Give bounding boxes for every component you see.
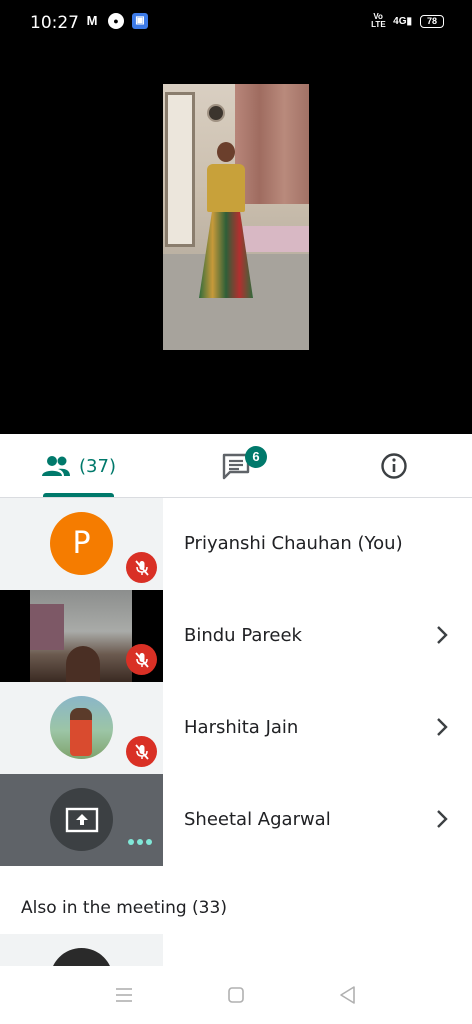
status-bar: 10:27 M ● ▣ Vo LTE 4G▮ 78 (0, 0, 472, 44)
system-nav-bar (0, 966, 472, 1024)
speaking-indicator (128, 839, 152, 845)
video-bg-clock (207, 104, 225, 122)
participant-tile[interactable] (0, 934, 163, 966)
presenter-video (163, 84, 309, 350)
status-time: 10:27 (30, 13, 79, 33)
video-bg-window (165, 92, 195, 247)
also-in-meeting-heading: Also in the meeting (33) (21, 898, 227, 918)
home-icon[interactable] (225, 984, 247, 1006)
tab-chat[interactable]: 6 (157, 434, 315, 498)
participant-name: Bindu Pareek (184, 625, 302, 646)
chevron-right-icon[interactable] (430, 715, 454, 739)
status-app-icons: M ● ▣ (84, 13, 148, 29)
tab-people[interactable]: (37) (0, 434, 157, 498)
info-icon (380, 453, 407, 479)
participant-row[interactable]: P Priyanshi Chauhan (You) (0, 498, 472, 590)
main-video-area[interactable] (0, 44, 472, 434)
android-icon: ▣ (132, 13, 148, 29)
participant-row[interactable]: Harshita Jain (0, 682, 472, 774)
meeting-tabs: (37) 6 (0, 434, 472, 498)
participant-tile (0, 774, 163, 866)
participant-row[interactable]: Sheetal Agarwal (0, 774, 472, 866)
volte-indicator: Vo LTE (371, 12, 386, 29)
network-indicator: 4G▮ (393, 15, 412, 27)
mic-off-icon (126, 552, 157, 583)
avatar (50, 696, 113, 759)
chat-unread-badge: 6 (245, 446, 267, 468)
status-indicators: Vo LTE 4G▮ 78 (371, 13, 444, 29)
mic-off-icon (126, 644, 157, 675)
participant-name: Priyanshi Chauhan (You) (184, 533, 403, 554)
participant-tile (0, 590, 163, 682)
present-screen-icon (50, 788, 113, 851)
participant-name: Harshita Jain (184, 717, 299, 738)
battery-icon: 78 (420, 14, 444, 28)
active-tab-indicator (43, 493, 114, 497)
back-icon[interactable] (337, 984, 359, 1006)
chevron-right-icon[interactable] (430, 807, 454, 831)
avatar: P (50, 512, 113, 575)
chat-icon: ● (108, 13, 124, 29)
gmail-icon: M (86, 13, 98, 28)
video-dancer (199, 142, 253, 312)
people-icon (42, 456, 71, 476)
tab-info[interactable] (315, 434, 472, 498)
participant-name: Sheetal Agarwal (184, 809, 331, 830)
participant-video (30, 590, 132, 682)
participant-tile: P (0, 498, 163, 590)
chevron-right-icon[interactable] (430, 623, 454, 647)
participant-row[interactable]: Bindu Pareek (0, 590, 472, 682)
menu-icon[interactable] (113, 984, 135, 1006)
mic-off-icon (126, 736, 157, 767)
participant-tile (0, 682, 163, 774)
people-count: (37) (79, 455, 116, 477)
avatar (50, 948, 113, 966)
